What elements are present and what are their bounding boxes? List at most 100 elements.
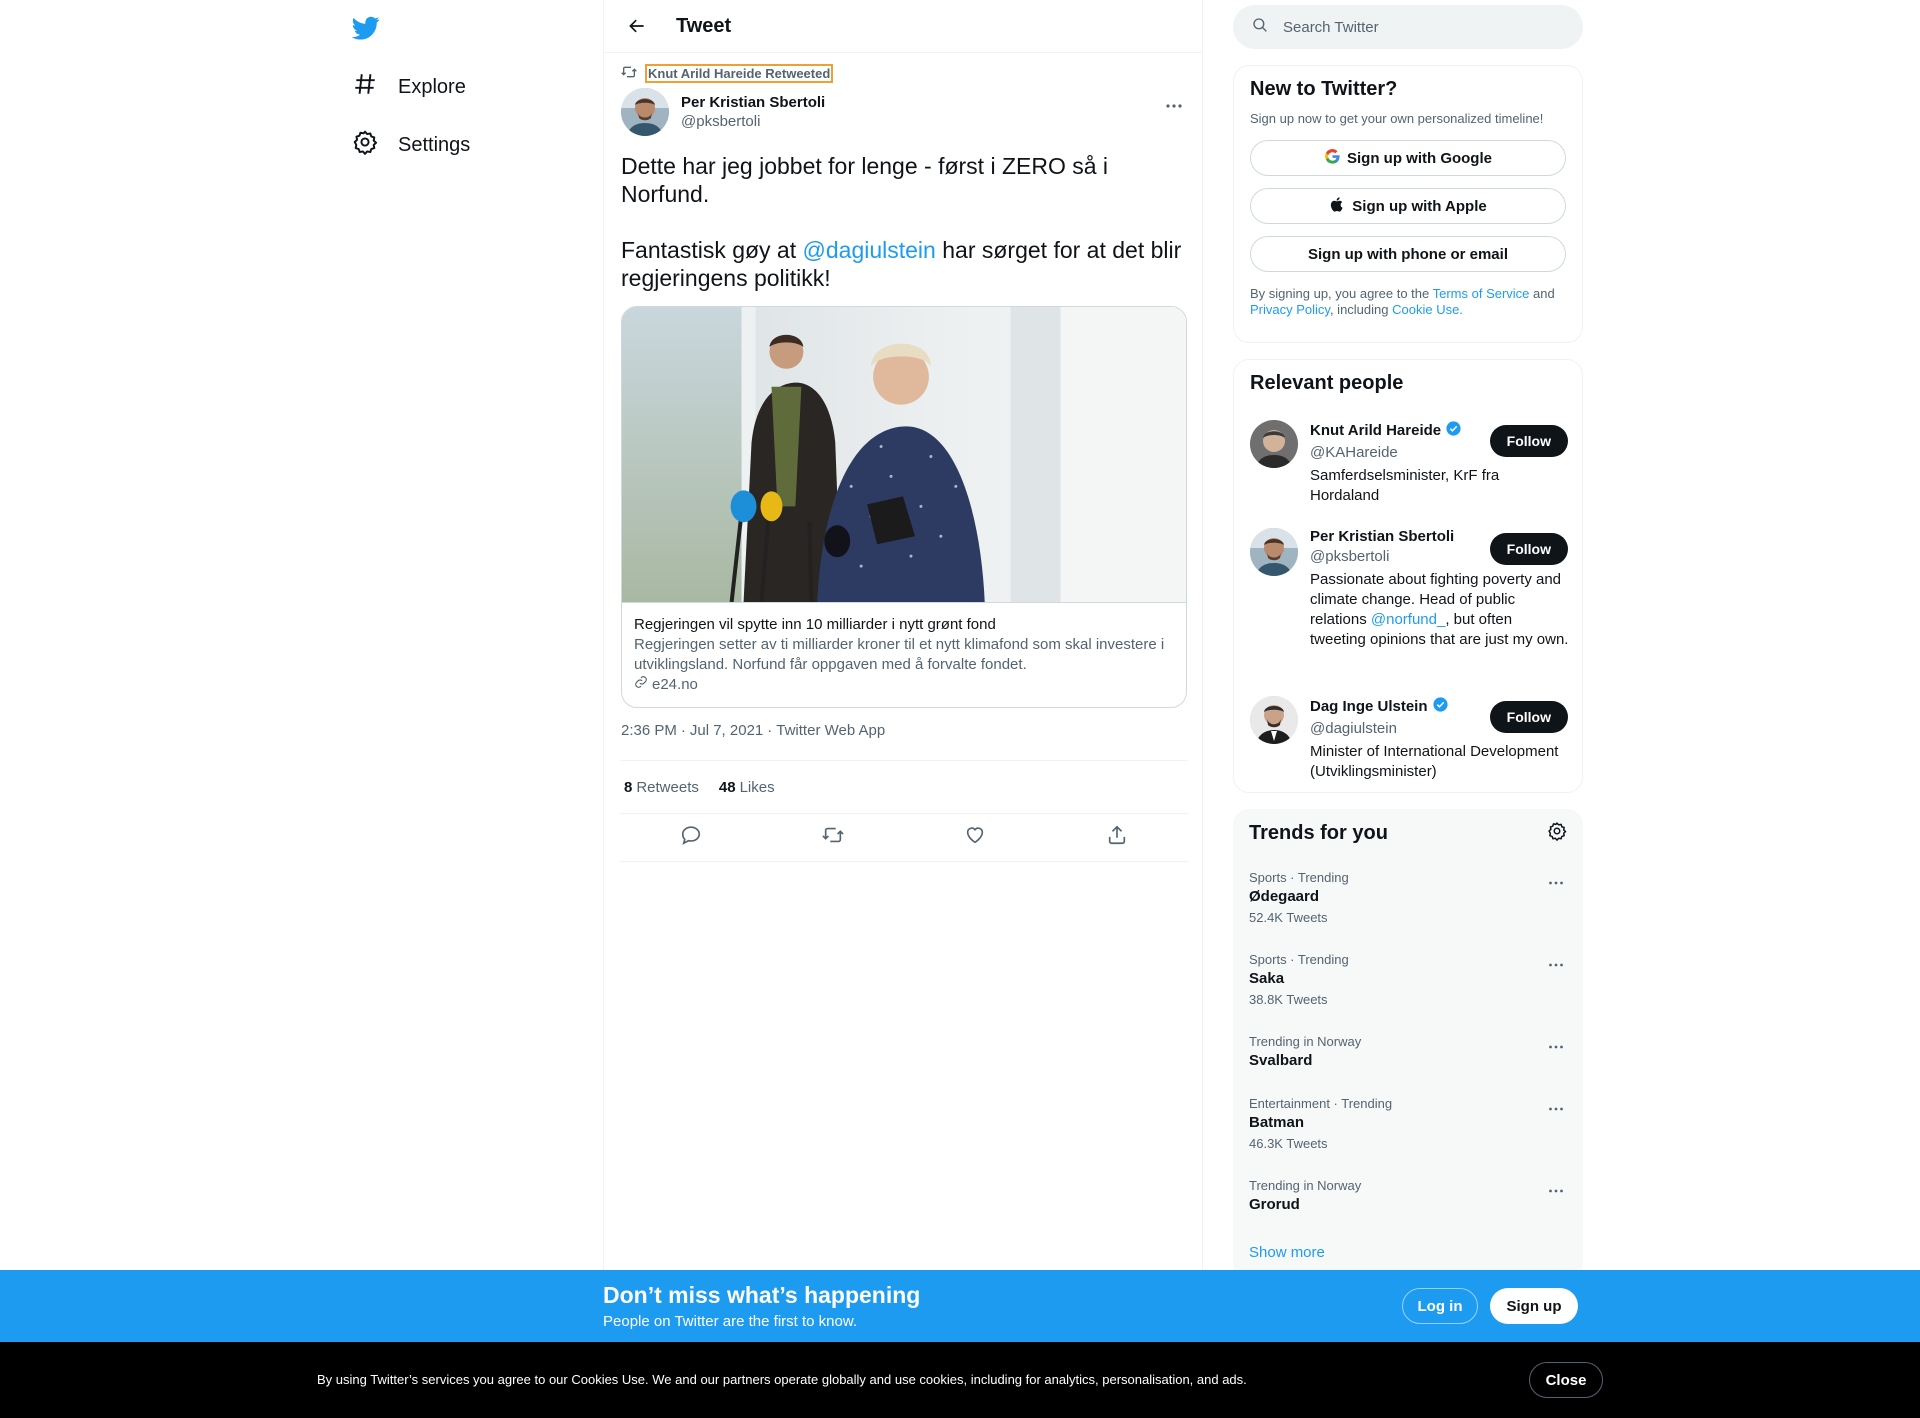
more-icon[interactable] xyxy=(1545,1180,1567,1202)
avatar[interactable] xyxy=(1250,528,1298,576)
signup-phone-label: Sign up with phone or email xyxy=(1307,245,1508,263)
likes-stat[interactable]: 48 Likes xyxy=(719,779,775,796)
tweet-paragraph: Dette har jeg jobbet for lenge - først i… xyxy=(621,153,1109,207)
cookie-text: By using Twitter’s services you agree to… xyxy=(317,1372,1247,1387)
nav-item-explore[interactable]: Explore xyxy=(352,67,466,107)
tweet-paragraph: Fantastisk gøy at @dagiulstein har sørge… xyxy=(621,237,1182,291)
more-icon[interactable] xyxy=(1545,1098,1567,1120)
follow-button[interactable]: Follow xyxy=(1489,701,1568,733)
trend-count: 52.4K Tweets xyxy=(1249,910,1328,925)
separator: · xyxy=(680,722,686,739)
page-header: Tweet xyxy=(604,0,1202,53)
follow-button[interactable]: Follow xyxy=(1489,425,1568,457)
retweet-icon[interactable] xyxy=(822,824,844,851)
link-card[interactable]: Regjeringen vil spytte inn 10 milliarder… xyxy=(621,306,1187,708)
close-button[interactable]: Close xyxy=(1529,1362,1603,1398)
card-description: Regjeringen setter av ti milliarder kron… xyxy=(634,636,1165,673)
signup-apple-button[interactable]: Sign up with Apple xyxy=(1250,188,1566,224)
trend-item[interactable]: Sports · Trending Ødegaard 52.4K Tweets xyxy=(1249,870,1567,925)
tweet-timestamp: 2:36 PM · Jul 7, 2021 · Twitter Web App xyxy=(621,722,885,739)
signup-button[interactable]: Sign up xyxy=(1490,1288,1578,1324)
card-domain: e24.no xyxy=(634,675,1174,695)
panel-title: Trends for you xyxy=(1249,822,1388,844)
more-icon[interactable] xyxy=(1545,954,1567,976)
trend-name: Grorud xyxy=(1249,1196,1300,1213)
nav-item-label: Settings xyxy=(398,133,471,156)
login-button[interactable]: Log in xyxy=(1402,1288,1478,1324)
relevant-people-panel: Relevant people Knut Arild Hareide @KAHa… xyxy=(1233,359,1583,793)
search-input[interactable] xyxy=(1283,18,1563,36)
trend-item[interactable]: Sports · Trending Saka 38.8K Tweets xyxy=(1249,952,1567,1007)
tweet-date-link[interactable]: Jul 7, 2021 xyxy=(690,722,763,739)
more-icon xyxy=(1166,104,1182,108)
arrow-left-icon xyxy=(629,19,644,33)
trends-panel: Trends for you Sports · Trending Ødegaar… xyxy=(1233,809,1583,1279)
mention-link[interactable]: @norfund_ xyxy=(1371,611,1445,628)
cookie-banner: By using Twitter’s services you agree to… xyxy=(0,1342,1920,1418)
signup-google-button[interactable]: Sign up with Google xyxy=(1250,140,1566,176)
more-icon[interactable] xyxy=(1545,872,1567,894)
verified-badge-icon xyxy=(1432,696,1449,717)
new-to-twitter-panel: New to Twitter? Sign up now to get your … xyxy=(1233,65,1583,343)
avatar[interactable] xyxy=(621,88,669,136)
tweet-time-link[interactable]: 2:36 PM xyxy=(621,722,677,739)
trend-name: Saka xyxy=(1249,970,1285,987)
tweet-actions xyxy=(620,814,1188,862)
search-box[interactable] xyxy=(1233,5,1583,49)
tweet-author: Per Kristian Sbertoli @pksbertoli xyxy=(621,88,825,136)
author-handle[interactable]: @pksbertoli xyxy=(681,113,825,130)
trend-count: 38.8K Tweets xyxy=(1249,992,1328,1007)
search-icon xyxy=(1251,16,1269,39)
google-icon xyxy=(1324,148,1341,169)
trend-meta: Sports · Trending xyxy=(1249,952,1349,967)
panel-title: Relevant people xyxy=(1250,372,1404,394)
trend-name: Svalbard xyxy=(1249,1052,1313,1069)
trend-name: Ødegaard xyxy=(1249,888,1320,905)
reply-icon[interactable] xyxy=(680,824,702,851)
person-bio: Passionate about fighting poverty and cl… xyxy=(1310,571,1569,648)
more-options-button[interactable] xyxy=(1162,94,1186,118)
gear-icon[interactable] xyxy=(1547,821,1567,846)
retweeted-by-link[interactable]: Knut Arild Hareide Retweeted xyxy=(644,64,834,83)
more-icon[interactable] xyxy=(1545,1036,1567,1058)
signup-phone-button[interactable]: Sign up with phone or email xyxy=(1250,236,1566,272)
retweet-context: Knut Arild Hareide Retweeted xyxy=(621,64,834,83)
trend-meta: Entertainment · Trending xyxy=(1249,1096,1393,1111)
show-more-link[interactable]: Show more xyxy=(1249,1244,1325,1261)
mention-link[interactable]: @dagiulstein xyxy=(803,237,936,263)
nav-item-settings[interactable]: Settings xyxy=(352,125,470,165)
hashtag-icon xyxy=(352,71,378,103)
follow-button[interactable]: Follow xyxy=(1489,533,1568,565)
tweet-text: Dette har jeg jobbet for lenge - først i… xyxy=(621,152,1187,320)
trend-item[interactable]: Trending in Norway Grorud xyxy=(1249,1178,1567,1213)
apple-icon xyxy=(1329,196,1346,217)
person-bio: Minister of International Development (U… xyxy=(1310,743,1559,780)
author-name[interactable]: Per Kristian Sbertoli xyxy=(681,94,825,111)
retweets-stat[interactable]: 8 Retweets xyxy=(624,779,699,796)
avatar[interactable] xyxy=(1250,420,1298,468)
trend-item[interactable]: Entertainment · Trending Batman 46.3K Tw… xyxy=(1249,1096,1567,1151)
avatar[interactable] xyxy=(1250,696,1298,744)
page-title: Tweet xyxy=(676,14,732,37)
share-icon[interactable] xyxy=(1106,824,1128,851)
signup-banner: Don’t miss what’s happening People on Tw… xyxy=(0,1270,1920,1342)
card-domain-text: e24.no xyxy=(652,676,698,693)
card-image xyxy=(622,307,1186,603)
trend-meta: Sports · Trending xyxy=(1249,870,1349,885)
tweet-stats: 8 Retweets 48 Likes xyxy=(620,760,1188,814)
person-bio: Samferdselsminister, KrF fra Hordaland xyxy=(1310,467,1500,504)
main-column: Tweet Knut Arild Hareide Retweeted Per K… xyxy=(603,0,1203,1270)
signup-google-label: Sign up with Google xyxy=(1347,149,1492,167)
signup-apple-label: Sign up with Apple xyxy=(1352,197,1487,215)
trend-meta: Trending in Norway xyxy=(1249,1034,1362,1049)
twitter-logo-icon[interactable] xyxy=(351,14,380,42)
trend-item[interactable]: Trending in Norway Svalbard xyxy=(1249,1034,1567,1069)
terms-link[interactable]: Terms of Service xyxy=(1433,286,1530,301)
cookie-link[interactable]: Cookie Use. xyxy=(1392,302,1463,317)
tweet-source: Twitter Web App xyxy=(776,722,886,739)
like-heart-icon[interactable] xyxy=(964,824,986,851)
privacy-link[interactable]: Privacy Policy xyxy=(1250,302,1330,317)
trend-name: Batman xyxy=(1249,1114,1305,1131)
banner-subtitle: People on Twitter are the first to know. xyxy=(603,1313,858,1330)
back-button[interactable] xyxy=(620,9,654,43)
